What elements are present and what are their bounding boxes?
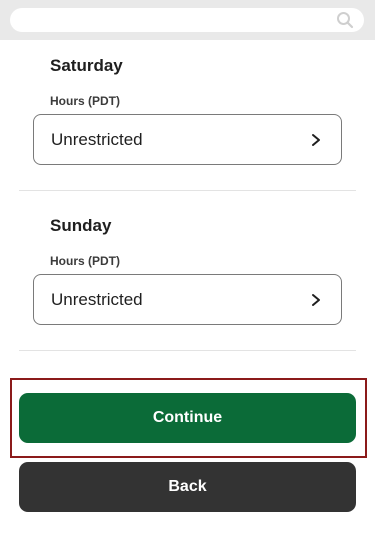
back-button[interactable]: Back bbox=[19, 462, 356, 512]
hours-select-saturday[interactable]: Unrestricted bbox=[33, 114, 342, 165]
hours-label: Hours (PDT) bbox=[50, 94, 120, 108]
hours-select-value: Unrestricted bbox=[51, 130, 143, 149]
search-icon[interactable] bbox=[336, 11, 354, 29]
day-title: Sunday bbox=[50, 216, 112, 235]
hours-label: Hours (PDT) bbox=[50, 254, 120, 268]
search-input[interactable] bbox=[10, 8, 364, 32]
hours-select-sunday[interactable]: Unrestricted bbox=[33, 274, 342, 325]
chevron-right-icon bbox=[312, 294, 320, 306]
continue-button[interactable]: Continue bbox=[19, 393, 356, 443]
section-divider bbox=[19, 190, 356, 191]
day-title: Saturday bbox=[50, 56, 123, 75]
chevron-right-icon bbox=[312, 134, 320, 146]
top-bar bbox=[0, 0, 375, 40]
section-divider bbox=[19, 350, 356, 351]
hours-select-value: Unrestricted bbox=[51, 290, 143, 309]
